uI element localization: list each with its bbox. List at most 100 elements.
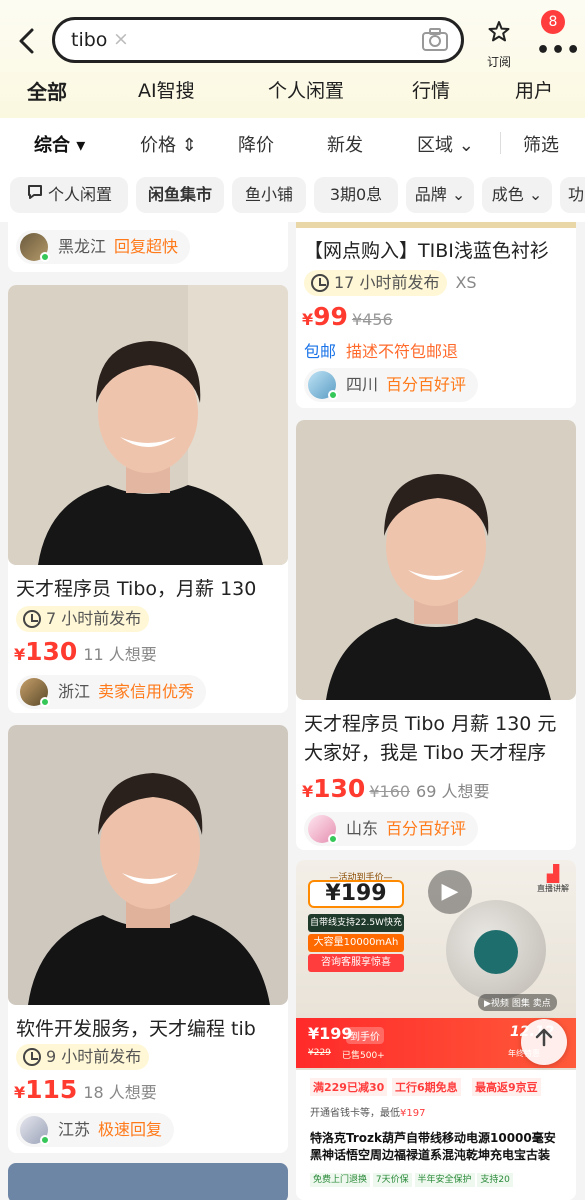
video-tab: 视频 [490,999,509,1009]
product-card-partial[interactable] [8,1163,288,1200]
service-tag: 半年安全保护 [414,1173,475,1187]
chip-small-shop[interactable]: 鱼小铺 [232,177,306,213]
chip-function[interactable]: 功 [560,177,585,213]
price: ¥99 ¥456 [302,302,393,331]
seller-info[interactable]: 黑龙江 回复超快 [16,230,191,264]
product-photo [8,725,288,1005]
media-tabs[interactable]: ▶视频 图集 卖点 [478,994,557,1011]
back-icon[interactable] [16,26,40,56]
free-shipping-tag: 包邮 [304,342,337,361]
chip-condition[interactable]: 成色 ⌄ [482,177,552,213]
price: ¥130 ¥160 69 人想要 [302,774,490,803]
tab-market[interactable]: 行情 [412,76,450,103]
subscribe-button[interactable]: 订阅 [482,20,516,70]
search-input[interactable]: tibo × [52,17,464,63]
seller-info[interactable]: 浙江 卖家信用优秀 [16,675,207,709]
chip-market-fair[interactable]: 闲鱼集市 [136,177,224,213]
seller-tag: 回复超快 [114,237,179,256]
clock-icon: 7 小时前发布 [16,606,150,632]
tab-ai-search[interactable]: AI智搜 [138,76,195,103]
tab-all[interactable]: 全部 [27,76,67,105]
promo-tag: 满229已减30 [310,1078,388,1096]
seller-location: 江苏 [58,1120,91,1139]
seller-location: 浙江 [58,682,91,701]
seller-info[interactable]: 江苏 极速回复 [16,1113,175,1147]
chip-label: 品牌 [414,185,447,204]
service-tags: 免费上门退换 7天价保 半年安全保护 支持20 [310,1172,513,1187]
product-title: 软件开发服务，天才编程 tib [16,1018,256,1040]
sort-price-drop[interactable]: 降价 [238,131,274,157]
filter-chips: 个人闲置 闲鱼集市 鱼小铺 3期0息 品牌 ⌄ 成色 ⌄ 功 [0,166,585,222]
clear-icon[interactable]: × [113,28,129,50]
product-card[interactable]: 天才程序员 Tibo 月薪 130 元 大家好，我是 Tibo 天才程序 ¥13… [296,420,576,850]
product-photo [296,222,576,228]
original-price: ¥456 [351,310,393,329]
chat-icon [26,178,44,214]
category-tabs: 全部 AI智搜 个人闲置 行情 用户 [0,72,585,112]
product-card[interactable]: 天才程序员 Tibo，月薪 130 7 小时前发布 ¥130 11 人想要 浙江卖… [8,285,288,713]
camera-icon[interactable] [421,27,449,53]
sort-region[interactable]: 区域 ⌄ [417,131,474,157]
divider [500,132,501,154]
chip-label: 个人闲置 [47,185,112,204]
sort-new[interactable]: 新发 [327,131,363,157]
price-value: 130 [313,774,366,803]
ad-big-price-value: 199 [340,881,387,906]
want-count: 11 人想要 [83,645,157,664]
tab-users[interactable]: 用户 [515,76,553,103]
ad-feature: 自带线支持22.5W快充 [308,914,404,932]
product-title-line2: 大家好，我是 Tibo 天才程序 [304,742,547,764]
ad-feature: 大容量10000mAh [308,934,404,952]
price-value: 115 [25,1075,78,1104]
chip-personal-idle[interactable]: 个人闲置 [10,177,128,213]
original-price: ¥160 [369,782,411,801]
sort-label: 价格 [140,135,176,156]
sort-comprehensive[interactable]: 综合 ▾ [34,131,85,157]
subscribe-label: 订阅 [486,55,511,69]
service-tag: 免费上门退换 [310,1173,371,1187]
product-photo [296,420,576,700]
selling-tab: 卖点 [532,999,551,1009]
chip-label: 成色 [491,185,524,204]
live-badge[interactable]: ▟ 直播讲解 [534,864,572,894]
seller-tag: 极速回复 [98,1120,163,1139]
seller-location: 黑龙江 [58,237,107,256]
seller-tag: 卖家信用优秀 [98,682,195,701]
ad-feature: 咨询客服享惊喜 [308,954,404,972]
want-count: 18 人想要 [83,1083,157,1102]
online-dot [328,390,338,400]
sort-label: 区域 [417,135,453,156]
promo-tag: 最高返9京豆 [472,1078,541,1096]
play-icon[interactable]: ▶ [428,870,472,914]
tab-personal-idle[interactable]: 个人闲置 [268,76,344,103]
more-icon[interactable]: ••• [536,38,581,63]
arrow-up-icon [535,1028,553,1047]
seller-info[interactable]: 山东 百分百好评 [304,812,479,846]
save-card-label: 开通省钱卡等，最低 [310,1108,400,1119]
sort-price[interactable]: 价格 ⇕ [140,131,197,157]
seller-location: 四川 [346,375,379,394]
online-dot [40,252,50,262]
search-query: tibo [71,29,108,51]
product-card[interactable]: 【网点购入】TIBI浅蓝色衬衫 17 小时前发布 XS ¥99 ¥456 包邮 描述不… [296,222,576,408]
service-tags: 包邮 描述不符包邮退 [304,338,458,362]
publish-time: 17 小时前发布 XS [304,270,477,296]
product-card[interactable]: 软件开发服务，天才编程 tib 9 小时前发布 ¥115 18 人想要 江苏 极速回… [8,725,288,1153]
chip-installment[interactable]: 3期0息 [314,177,398,213]
service-tag: 支持20 [477,1173,513,1187]
save-card-price: ¥197 [400,1108,426,1119]
clock-icon: 17 小时前发布 [304,270,448,296]
filter-button[interactable]: 筛选 [523,131,559,157]
star-pin-icon [482,20,516,49]
return-tag: 描述不符包邮退 [346,342,459,361]
online-dot [40,1135,50,1145]
photos-tab: 图集 [511,999,530,1009]
sold-count: 已售500+ [342,1051,385,1061]
scroll-to-top-button[interactable] [521,1019,567,1065]
chip-brand[interactable]: 品牌 ⌄ [406,177,474,213]
sort-label: 综合 [34,135,70,156]
seller-info[interactable]: 四川 百分百好评 [304,368,479,402]
sort-bar: 综合 ▾ 价格 ⇕ 降价 新发 区域 ⌄ 筛选 [0,118,585,166]
price: ¥115 18 人想要 [14,1075,157,1104]
product-card-partial[interactable]: 黑龙江 回复超快 [8,222,288,272]
